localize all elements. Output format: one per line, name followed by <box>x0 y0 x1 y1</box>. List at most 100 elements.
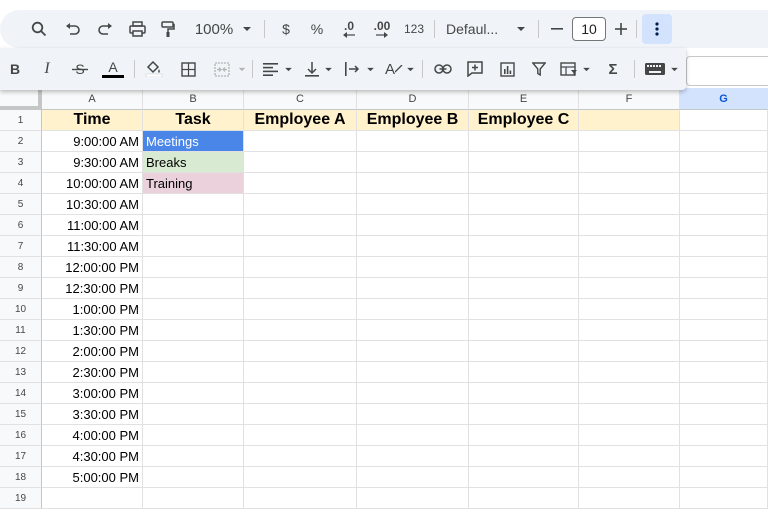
row-header[interactable]: 14 <box>0 383 42 404</box>
cell[interactable] <box>244 446 357 467</box>
row-header[interactable]: 5 <box>0 194 42 215</box>
select-all-corner[interactable] <box>0 88 42 110</box>
cell[interactable] <box>143 341 244 362</box>
cell[interactable] <box>143 425 244 446</box>
cell[interactable] <box>579 278 680 299</box>
cell[interactable] <box>357 446 469 467</box>
borders-icon[interactable] <box>176 48 200 90</box>
cell[interactable] <box>680 236 768 257</box>
vertical-align-bottom-icon[interactable] <box>302 48 322 90</box>
chevron-down-icon[interactable] <box>668 48 680 90</box>
cell[interactable] <box>357 173 469 194</box>
cell[interactable] <box>579 425 680 446</box>
time-cell[interactable]: 2:00:00 PM <box>42 341 143 362</box>
chevron-down-icon[interactable] <box>236 48 248 90</box>
row-header[interactable]: 6 <box>0 215 42 236</box>
cell[interactable] <box>579 173 680 194</box>
cell[interactable] <box>680 404 768 425</box>
insert-chart-icon[interactable] <box>494 48 520 90</box>
cell[interactable] <box>469 215 579 236</box>
column-header-d[interactable]: D <box>357 88 469 110</box>
undo-icon[interactable] <box>60 10 86 48</box>
time-cell[interactable]: 9:30:00 AM <box>42 152 143 173</box>
cell[interactable] <box>469 257 579 278</box>
cell[interactable] <box>579 488 680 509</box>
cell[interactable] <box>680 341 768 362</box>
cell[interactable] <box>143 320 244 341</box>
cell[interactable] <box>469 488 579 509</box>
currency-format-button[interactable]: $ <box>276 10 296 48</box>
cell[interactable] <box>244 404 357 425</box>
cell[interactable] <box>579 152 680 173</box>
cell[interactable] <box>357 341 469 362</box>
cell[interactable] <box>469 152 579 173</box>
cell[interactable] <box>680 278 768 299</box>
cell[interactable] <box>680 257 768 278</box>
text-rotation-button[interactable]: A <box>382 48 406 90</box>
functions-button[interactable]: Σ <box>600 48 626 90</box>
font-size-input[interactable]: 10 <box>572 17 606 41</box>
cell[interactable] <box>469 362 579 383</box>
cell[interactable] <box>469 299 579 320</box>
cell[interactable] <box>579 383 680 404</box>
align-left-icon[interactable] <box>260 48 280 90</box>
cell[interactable] <box>469 173 579 194</box>
cell[interactable] <box>357 236 469 257</box>
row-header[interactable]: 9 <box>0 278 42 299</box>
time-cell[interactable]: 10:30:00 AM <box>42 194 143 215</box>
cell[interactable] <box>244 362 357 383</box>
column-header-e[interactable]: E <box>469 88 579 110</box>
print-icon[interactable] <box>124 10 150 48</box>
cell[interactable] <box>680 488 768 509</box>
cell[interactable] <box>357 320 469 341</box>
row-header[interactable]: 18 <box>0 467 42 488</box>
cell[interactable] <box>244 299 357 320</box>
column-header-b[interactable]: B <box>143 88 244 110</box>
cell[interactable] <box>357 299 469 320</box>
column-header-g[interactable]: G <box>680 88 768 110</box>
header-cell[interactable]: Employee C <box>469 110 579 131</box>
cell[interactable] <box>469 236 579 257</box>
chevron-down-icon[interactable] <box>240 10 254 48</box>
cell[interactable] <box>579 362 680 383</box>
row-header[interactable]: 15 <box>0 404 42 425</box>
cell[interactable] <box>244 215 357 236</box>
number-format-button[interactable]: 123 <box>402 10 426 48</box>
cell[interactable] <box>143 488 244 509</box>
cell[interactable] <box>469 425 579 446</box>
header-cell[interactable]: Time <box>42 110 143 131</box>
search-menus-icon[interactable] <box>26 10 52 48</box>
cell[interactable] <box>357 404 469 425</box>
cell[interactable] <box>357 467 469 488</box>
cell[interactable] <box>357 362 469 383</box>
cell[interactable] <box>143 362 244 383</box>
cell[interactable] <box>579 110 680 131</box>
task-cell[interactable]: Breaks <box>143 152 244 173</box>
cell[interactable] <box>579 131 680 152</box>
cell[interactable] <box>357 383 469 404</box>
cell[interactable] <box>244 320 357 341</box>
bold-button[interactable]: B <box>4 48 26 90</box>
chevron-down-icon[interactable] <box>322 48 334 90</box>
filter-views-icon[interactable] <box>556 48 582 90</box>
row-header[interactable]: 2 <box>0 131 42 152</box>
time-cell[interactable]: 1:30:00 PM <box>42 320 143 341</box>
time-cell[interactable]: 11:30:00 AM <box>42 236 143 257</box>
header-cell[interactable]: Employee A <box>244 110 357 131</box>
chevron-down-icon[interactable] <box>364 48 376 90</box>
row-header[interactable]: 19 <box>0 488 42 509</box>
time-cell[interactable]: 12:00:00 PM <box>42 257 143 278</box>
keyboard-icon[interactable] <box>642 48 668 90</box>
minus-icon[interactable] <box>548 10 566 48</box>
cell[interactable] <box>143 299 244 320</box>
cell[interactable] <box>579 194 680 215</box>
cell[interactable] <box>244 467 357 488</box>
cell[interactable] <box>357 131 469 152</box>
cell[interactable] <box>143 446 244 467</box>
cell[interactable] <box>143 215 244 236</box>
time-cell[interactable]: 3:00:00 PM <box>42 383 143 404</box>
cell[interactable] <box>579 467 680 488</box>
percent-format-button[interactable]: % <box>306 10 328 48</box>
time-cell[interactable]: 10:00:00 AM <box>42 173 143 194</box>
time-cell[interactable]: 4:00:00 PM <box>42 425 143 446</box>
